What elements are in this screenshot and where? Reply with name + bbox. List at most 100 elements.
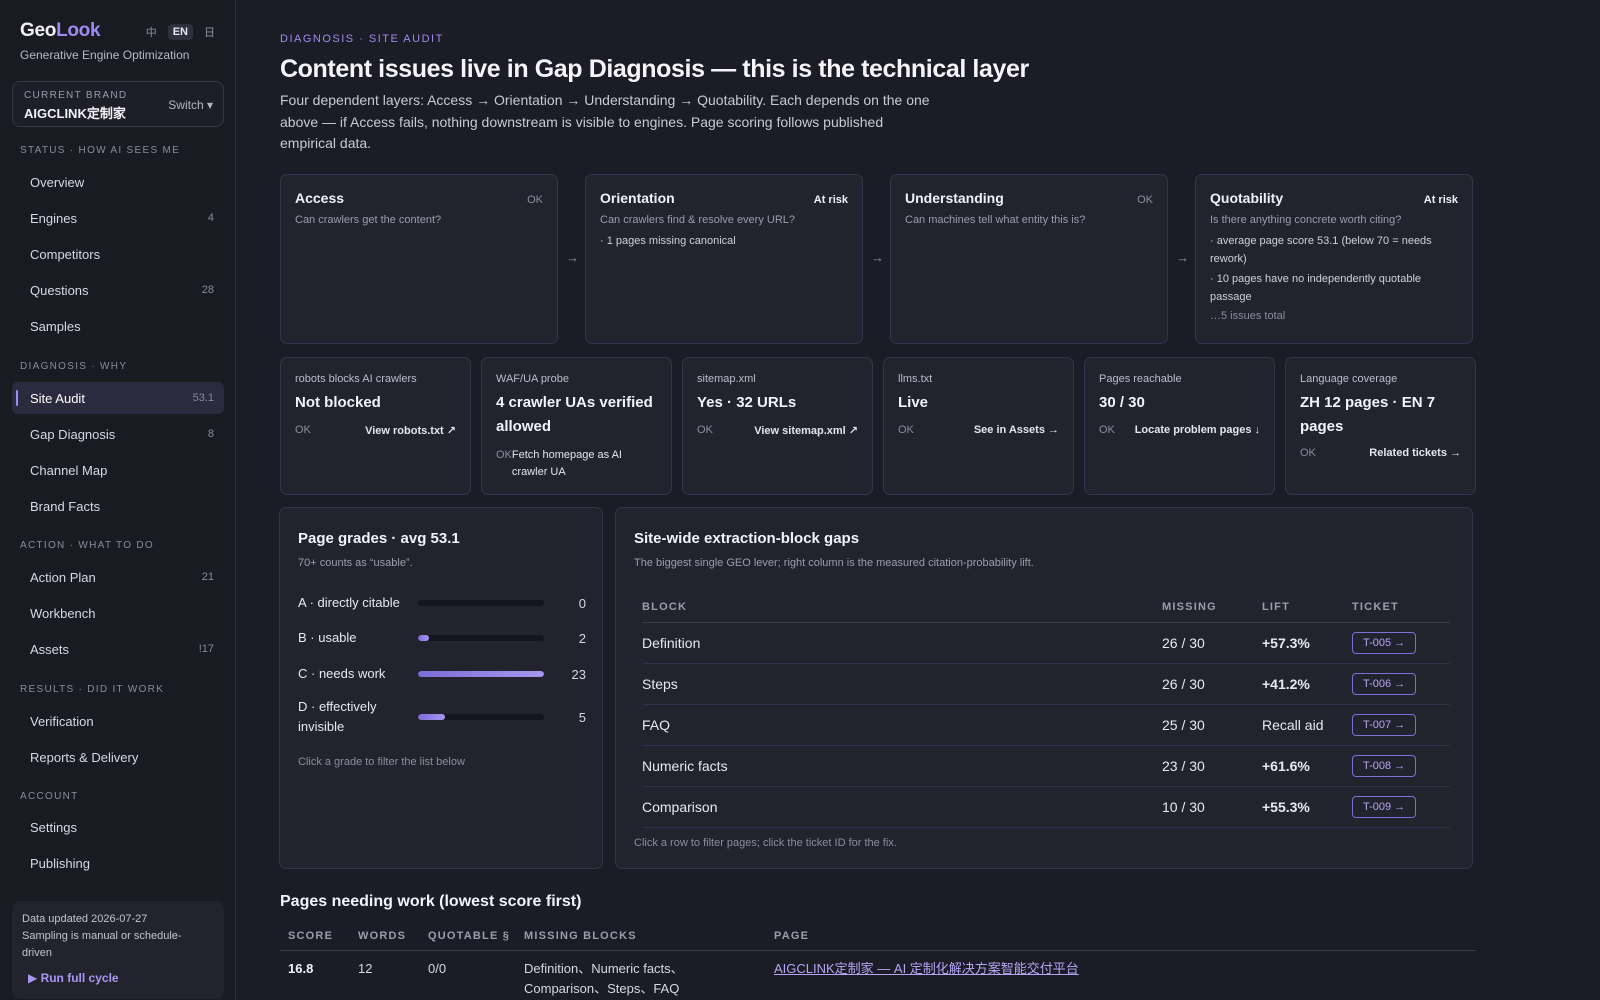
grade-bar-track <box>418 671 544 677</box>
table-row[interactable]: Numeric facts 23 / 30 +61.6% T-008 → <box>642 745 1450 787</box>
view-robots-link[interactable]: View robots.txt ↗ <box>365 424 456 437</box>
layer-card-understanding[interactable]: Understanding OK Can machines tell what … <box>890 174 1168 344</box>
gaps-title: Site-wide extraction-block gaps <box>634 530 860 547</box>
fetch-homepage-link[interactable]: Fetch homepage as AI crawler UA <box>512 447 638 481</box>
nav-item-label: Gap Diagnosis <box>30 426 116 442</box>
theme-toggle-icon[interactable]: 日 <box>199 22 220 42</box>
table-row[interactable]: Comparison 10 / 30 +55.3% T-009 → <box>642 786 1450 828</box>
check-value: Yes · 32 URLs <box>697 394 797 411</box>
grades-hint: Click a grade to filter the list below <box>298 756 465 768</box>
nav-item-count: 4 <box>207 212 214 224</box>
switch-brand-button[interactable]: Switch ▾ <box>168 98 213 112</box>
view-sitemap-link[interactable]: View sitemap.xml ↗ <box>754 424 858 437</box>
data-updated-text: Data updated 2026-07-27 <box>22 913 148 925</box>
check-card-waf-probe: WAF/UA probe 4 crawler UAs verified allo… <box>481 357 672 495</box>
table-row[interactable]: Steps 26 / 30 +41.2% T-006 → <box>642 663 1450 705</box>
nav-item-questions[interactable]: Questions 28 <box>12 274 224 306</box>
grade-label: B · usable <box>298 630 357 645</box>
missing-cell: 10 / 30 <box>1162 786 1262 828</box>
check-status: OK <box>295 424 311 436</box>
locate-problem-pages-link[interactable]: Locate problem pages ↓ <box>1135 424 1260 436</box>
ticket-button[interactable]: T-008 → <box>1352 754 1417 777</box>
layer-card-access[interactable]: Access OK Can crawlers get the content? <box>280 174 558 344</box>
grade-bar-track <box>418 635 544 641</box>
nav-item-settings[interactable]: Settings <box>12 811 224 843</box>
table-row[interactable]: FAQ 25 / 30 Recall aid T-007 → <box>642 704 1450 746</box>
layer-question: Is there anything concrete worth citing? <box>1210 214 1402 226</box>
check-card-llms: llms.txt Live OK See in Assets → <box>883 357 1074 495</box>
grade-row-d[interactable]: D · effectively invisible 5 <box>298 697 586 737</box>
check-value: Live <box>898 394 929 411</box>
layer-status: OK <box>527 194 543 206</box>
missing-cell: 26 / 30 <box>1162 622 1262 664</box>
nav-item-reports-delivery[interactable]: Reports & Delivery <box>12 741 224 773</box>
grade-count: 23 <box>571 666 586 682</box>
nav-section-status: STATUS · HOW AI SEES ME <box>20 145 181 156</box>
layer-issue: · 10 pages have no independently quotabl… <box>1210 273 1422 303</box>
nav-item-publishing[interactable]: Publishing <box>12 847 224 879</box>
check-label: Pages reachable <box>1099 373 1182 385</box>
layer-issue-total: …5 issues total <box>1210 310 1286 322</box>
nav-item-workbench[interactable]: Workbench <box>12 597 224 629</box>
check-card-language: Language coverage ZH 12 pages · EN 7 pag… <box>1285 357 1476 495</box>
ticket-button[interactable]: T-009 → <box>1352 795 1417 818</box>
ticket-button[interactable]: T-005 → <box>1352 631 1417 654</box>
nav-item-brand-facts[interactable]: Brand Facts <box>12 490 224 522</box>
table-row[interactable]: 16.8 12 0/0 Definition、Numeric facts、 Com… <box>280 950 1476 999</box>
grade-count: 5 <box>578 709 586 725</box>
nav-item-action-plan[interactable]: Action Plan 21 <box>12 561 224 593</box>
app-tagline: Generative Engine Optimization <box>20 48 190 62</box>
nav-item-channel-map[interactable]: Channel Map <box>12 454 224 486</box>
see-in-assets-link[interactable]: See in Assets → <box>974 424 1059 436</box>
sampling-text-2: driven <box>22 947 52 959</box>
page-subtitle: Four dependent layers: Access → Orientat… <box>280 92 930 151</box>
ticket-button[interactable]: T-007 → <box>1352 713 1417 736</box>
lang-en-button[interactable]: EN <box>167 24 193 40</box>
col-page: PAGE <box>766 922 1476 951</box>
run-full-cycle-button[interactable]: ▶ Run full cycle <box>28 971 119 985</box>
nav-item-verification[interactable]: Verification <box>12 705 224 737</box>
nav-item-assets[interactable]: Assets !17 <box>12 633 224 665</box>
grade-row-b[interactable]: B · usable 2 <box>298 628 586 648</box>
nav-item-label: Action Plan <box>30 569 96 585</box>
layer-card-orientation[interactable]: Orientation At risk Can crawlers find & … <box>585 174 863 344</box>
check-value: ZH 12 pages · EN 7 pages <box>1300 394 1436 435</box>
nav-item-samples[interactable]: Samples <box>12 310 224 342</box>
nav-item-label: Competitors <box>30 246 101 262</box>
missing-blocks-line: Definition、Numeric facts、 <box>524 960 684 976</box>
app-logo[interactable]: GeoLook <box>20 20 101 41</box>
page-link[interactable]: AIGCLINK定制家 — AI 定制化解决方案智能交付平台 <box>774 961 1079 976</box>
nav-item-label: Engines <box>30 210 77 226</box>
page-title: Content issues live in Gap Diagnosis — t… <box>280 55 1029 83</box>
layer-status: At risk <box>1423 194 1458 206</box>
col-block: BLOCK <box>642 592 1162 623</box>
table-row[interactable]: Definition 26 / 30 +57.3% T-005 → <box>642 622 1450 664</box>
lang-zh-button[interactable]: 中 <box>141 22 162 42</box>
missing-cell: 23 / 30 <box>1162 745 1262 787</box>
layer-title: Quotability <box>1210 190 1284 206</box>
grade-row-a[interactable]: A · directly citable 0 <box>298 593 586 613</box>
ticket-button[interactable]: T-006 → <box>1352 672 1417 695</box>
check-label: robots blocks AI crawlers <box>295 373 417 385</box>
check-value: 4 crawler UAs verified allowed <box>496 394 653 435</box>
layer-card-quotability[interactable]: Quotability At risk Is there anything co… <box>1195 174 1473 344</box>
nav-item-overview[interactable]: Overview <box>12 166 224 198</box>
grade-count: 0 <box>578 595 586 611</box>
grade-row-c[interactable]: C · needs work 23 <box>298 664 586 684</box>
nav-item-label: Reports & Delivery <box>30 749 139 765</box>
nav-item-count: !17 <box>198 643 214 655</box>
nav-item-site-audit[interactable]: Site Audit 53.1 <box>12 382 224 414</box>
data-status-box: Data updated 2026-07-27 Sampling is manu… <box>12 901 224 999</box>
layer-question: Can crawlers get the content? <box>295 214 442 226</box>
lift-cell: +57.3% <box>1262 622 1352 664</box>
grade-count: 2 <box>578 630 586 646</box>
nav-section-results: RESULTS · DID IT WORK <box>20 684 165 695</box>
check-label: Language coverage <box>1300 373 1398 385</box>
nav-item-competitors[interactable]: Competitors <box>12 238 224 270</box>
related-tickets-link[interactable]: Related tickets → <box>1369 447 1461 459</box>
nav-item-label: Questions <box>30 282 89 298</box>
nav-item-engines[interactable]: Engines 4 <box>12 202 224 234</box>
sidebar: GeoLook 中 EN 日 Generative Engine Optimiz… <box>0 0 236 1000</box>
check-card-sitemap: sitemap.xml Yes · 32 URLs OK View sitemap… <box>682 357 873 495</box>
nav-item-gap-diagnosis[interactable]: Gap Diagnosis 8 <box>12 418 224 450</box>
